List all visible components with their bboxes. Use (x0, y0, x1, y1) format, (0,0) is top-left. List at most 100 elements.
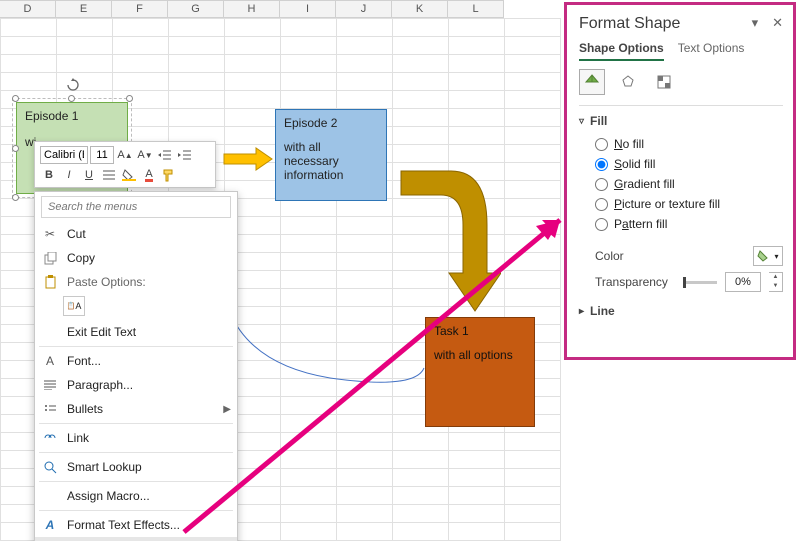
column-header[interactable]: F (112, 0, 168, 18)
separator (39, 423, 233, 424)
align-icon[interactable] (100, 166, 118, 184)
option-no-fill[interactable]: No fill (579, 134, 783, 154)
column-header[interactable]: H (224, 0, 280, 18)
column-headers: DEFGHIJKL (0, 0, 560, 18)
option-pattern-fill[interactable]: Pattern fill (579, 214, 783, 234)
shape-title: Episode 1 (25, 109, 119, 123)
format-painter-icon[interactable] (160, 166, 178, 184)
transparency-spinner[interactable]: ▲▼ (769, 272, 783, 292)
column-header[interactable]: J (336, 0, 392, 18)
submenu-arrow-icon: ▶ (223, 404, 231, 415)
menu-label: Format Text Effects... (67, 518, 180, 532)
size-tab-icon[interactable] (651, 69, 677, 95)
option-solid-fill[interactable]: Solid fill (579, 154, 783, 174)
menu-link[interactable]: Link (35, 426, 237, 450)
column-header[interactable]: E (56, 0, 112, 18)
fill-color-icon[interactable] (120, 166, 138, 184)
transparency-row: Transparency 0% ▲▼ (579, 268, 783, 294)
shape-episode-2[interactable]: Episode 2 with all necessary information (275, 109, 387, 201)
transparency-value[interactable]: 0% (725, 272, 761, 292)
shape-title: Episode 2 (284, 116, 378, 130)
menu-label: Link (67, 431, 89, 445)
caret-right-icon: ▸ (579, 306, 584, 317)
menu-copy[interactable]: Copy (35, 246, 237, 270)
text-effects-icon: A (41, 517, 59, 533)
menu-search-input[interactable]: Search the menus (41, 196, 231, 218)
increase-indent-icon[interactable] (176, 146, 194, 164)
font-name-input[interactable] (40, 146, 88, 164)
menu-bullets[interactable]: Bullets ▶ (35, 397, 237, 421)
resize-handle[interactable] (126, 95, 133, 102)
menu-format-text-effects[interactable]: A Format Text Effects... (35, 513, 237, 537)
paste-icon (41, 274, 59, 290)
menu-format-shape[interactable]: Format Shape... (35, 537, 237, 541)
menu-label: Bullets (67, 402, 103, 416)
mini-toolbar: A▲ A▼ B I U A (34, 141, 216, 188)
underline-icon[interactable]: U (80, 166, 98, 184)
menu-cut[interactable]: ✂ Cut (35, 222, 237, 246)
menu-label: Copy (67, 251, 95, 265)
menu-label: Exit Edit Text (67, 325, 136, 339)
color-label: Color (595, 249, 675, 263)
option-picture-fill[interactable]: Picture or texture fill (579, 194, 783, 214)
decrease-font-icon[interactable]: A▼ (136, 146, 154, 164)
separator (39, 481, 233, 482)
fill-color-button[interactable]: ▾ (753, 246, 783, 266)
fill-color-row: Color ▾ (579, 242, 783, 268)
pane-menu-icon[interactable]: ▾ (752, 15, 759, 31)
font-icon: A (41, 353, 59, 369)
shape-body: with all necessary information (284, 140, 378, 182)
bold-icon[interactable]: B (40, 166, 58, 184)
menu-paragraph[interactable]: Paragraph... (35, 373, 237, 397)
decrease-indent-icon[interactable] (156, 146, 174, 164)
resize-handle[interactable] (12, 145, 19, 152)
copy-icon (41, 250, 59, 266)
paste-keep-text-icon[interactable]: 📋A (63, 296, 85, 316)
arrow-right-icon[interactable] (222, 146, 274, 172)
rotate-handle-icon[interactable] (66, 78, 80, 92)
separator (39, 346, 233, 347)
resize-handle[interactable] (68, 95, 75, 102)
menu-assign-macro[interactable]: Assign Macro... (35, 484, 237, 508)
pane-tabs: Shape Options Text Options (579, 41, 783, 61)
tab-text-options[interactable]: Text Options (678, 41, 745, 61)
menu-exit-edit-text[interactable]: Exit Edit Text (35, 320, 237, 344)
cut-icon: ✂ (41, 226, 59, 242)
menu-paste-header: Paste Options: (35, 270, 237, 294)
fill-section-header[interactable]: ▿Fill (579, 114, 783, 128)
transparency-label: Transparency (595, 275, 675, 289)
resize-handle[interactable] (12, 95, 19, 102)
option-gradient-fill[interactable]: Gradient fill (579, 174, 783, 194)
menu-label: Paste Options: (67, 275, 146, 289)
effects-tab-icon[interactable] (615, 69, 641, 95)
resize-handle[interactable] (12, 194, 19, 201)
column-header[interactable]: K (392, 0, 448, 18)
column-header[interactable]: G (168, 0, 224, 18)
separator (39, 510, 233, 511)
menu-font[interactable]: A Font... (35, 349, 237, 373)
menu-smart-lookup[interactable]: Smart Lookup (35, 455, 237, 479)
column-header[interactable]: L (448, 0, 504, 18)
font-color-icon[interactable]: A (140, 166, 158, 184)
close-icon[interactable]: ✕ (772, 15, 783, 31)
paste-options: 📋A (63, 294, 237, 320)
font-size-input[interactable] (90, 146, 114, 164)
format-shape-pane: ▾ ✕ Format Shape Shape Options Text Opti… (564, 2, 796, 360)
context-menu: Search the menus ✂ Cut Copy Paste Option… (34, 191, 238, 541)
smart-lookup-icon (41, 459, 59, 475)
paragraph-icon (41, 377, 59, 393)
separator (39, 452, 233, 453)
connector-curve[interactable] (210, 250, 490, 410)
link-icon (41, 430, 59, 446)
italic-icon[interactable]: I (60, 166, 78, 184)
increase-font-icon[interactable]: A▲ (116, 146, 134, 164)
tab-shape-options[interactable]: Shape Options (579, 41, 664, 61)
fill-line-tab-icon[interactable] (579, 69, 605, 95)
menu-label: Paragraph... (67, 378, 133, 392)
caret-down-icon: ▿ (579, 116, 584, 127)
line-section-header[interactable]: ▸Line (579, 304, 783, 318)
separator (579, 105, 783, 106)
column-header[interactable]: D (0, 0, 56, 18)
transparency-slider[interactable] (683, 281, 717, 284)
column-header[interactable]: I (280, 0, 336, 18)
